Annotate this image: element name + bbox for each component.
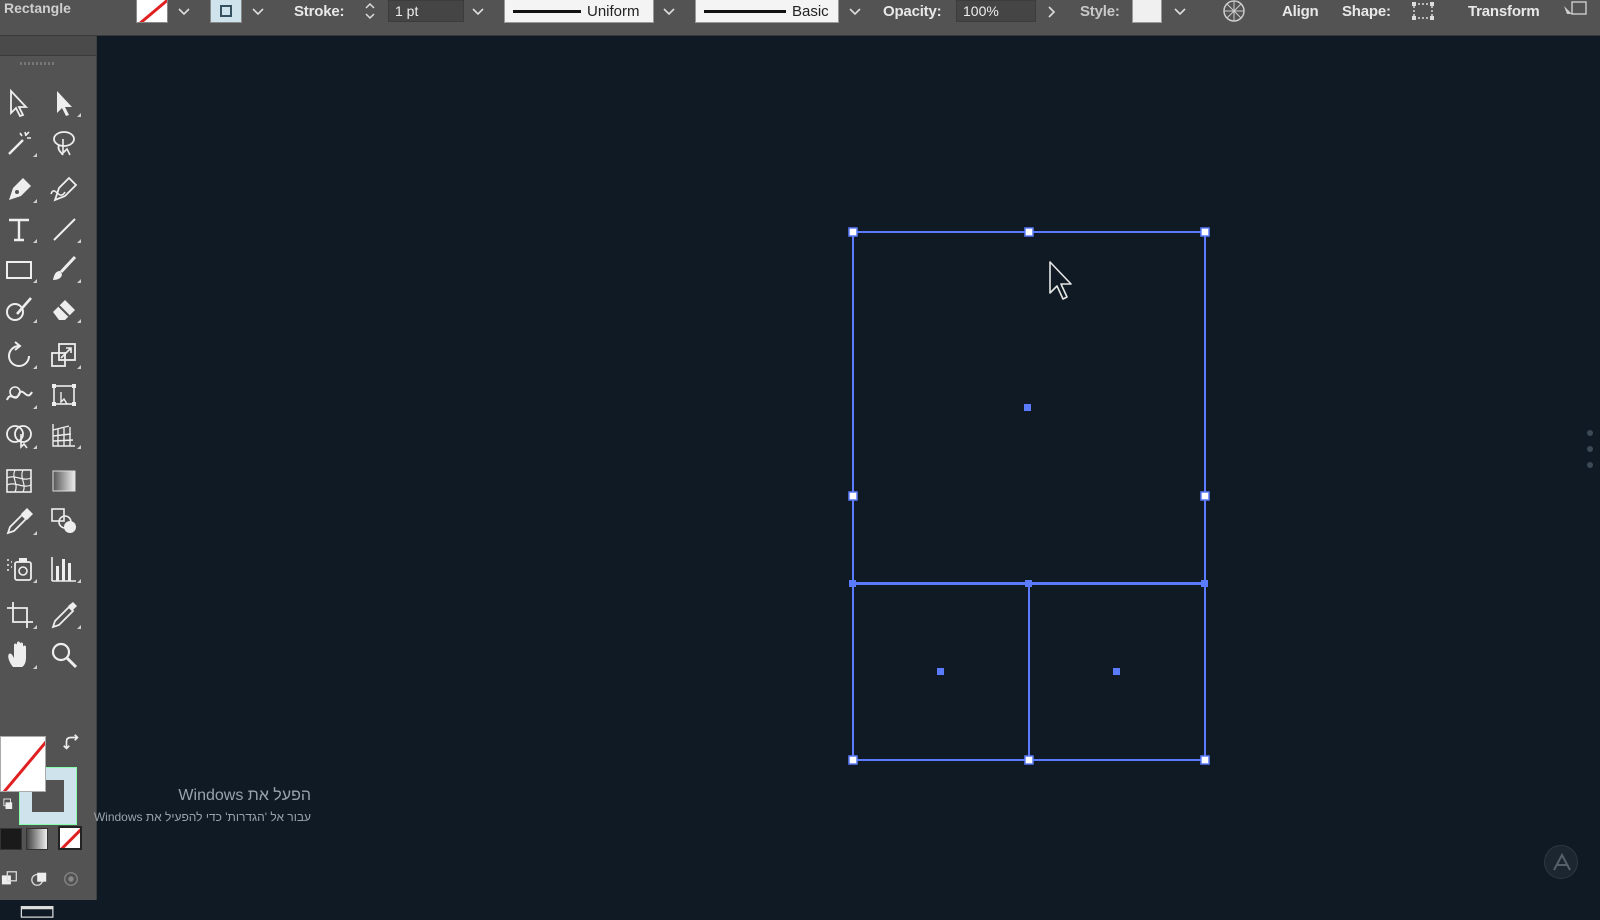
shape-bounds-icon[interactable] (1410, 0, 1436, 22)
panel-collapse-dot[interactable] (1587, 446, 1593, 452)
color-mode-button[interactable] (0, 828, 22, 850)
center-point-bottom-left (937, 668, 944, 675)
recolor-artwork-icon[interactable] (1222, 0, 1246, 22)
default-fill-stroke-icon[interactable] (0, 794, 16, 814)
free-transform-tool-icon[interactable] (44, 376, 84, 414)
stroke-weight-dropdown-icon[interactable] (466, 0, 490, 24)
center-point-bottom-right (1113, 668, 1120, 675)
handle-top-center (1024, 227, 1034, 237)
draw-normal-icon[interactable] (0, 862, 20, 896)
shape-builder-tool-icon[interactable] (0, 416, 40, 454)
variable-width-profile-select[interactable]: Uniform (504, 0, 654, 23)
handle-middle-right (1200, 491, 1210, 501)
draw-behind-icon[interactable] (24, 862, 54, 896)
slice-tool-icon[interactable] (44, 596, 84, 634)
change-screen-mode-icon[interactable] (16, 902, 60, 920)
graphic-style-swatch[interactable] (1132, 0, 1162, 23)
draw-inside-icon[interactable] (56, 862, 86, 896)
rotate-tool-icon[interactable] (0, 336, 40, 374)
fill-color-box[interactable] (0, 736, 46, 792)
handle-middle-left (848, 491, 858, 501)
zoom-tool-icon[interactable] (44, 636, 84, 674)
paintbrush-tool-icon[interactable] (44, 250, 84, 288)
artboard-tool-icon[interactable] (0, 596, 40, 634)
symbol-sprayer-tool-icon[interactable] (0, 550, 40, 588)
swap-fill-stroke-icon[interactable] (52, 728, 92, 758)
scale-tool-icon[interactable] (44, 336, 84, 374)
brush-definition-select[interactable]: Basic (695, 0, 839, 23)
handle-top-right (1200, 227, 1210, 237)
panel-grip[interactable] (20, 62, 54, 65)
line-segment-tool-icon[interactable] (44, 210, 84, 248)
canvas-area[interactable] (97, 37, 1600, 900)
current-tool-name: Rectangle (4, 0, 71, 16)
windows-activation-title: הפעל את Windows (178, 787, 311, 804)
type-tool-icon[interactable] (0, 210, 40, 248)
isolate-selected-object-icon[interactable] (1562, 0, 1588, 22)
opacity-chevron-right-icon[interactable] (1040, 0, 1064, 24)
pen-tool-icon[interactable] (0, 170, 40, 208)
profile-dropdown-icon[interactable] (657, 0, 681, 24)
handle-bottom-right (1200, 755, 1210, 765)
stroke-label: Stroke: (294, 2, 345, 20)
lasso-tool-icon[interactable] (44, 124, 84, 162)
channel-logo-icon (1544, 845, 1578, 879)
blend-tool-icon[interactable] (44, 502, 84, 540)
eraser-tool-icon[interactable] (44, 290, 84, 328)
style-label: Style: (1080, 2, 1120, 20)
stroke-weight-stepper-icon[interactable] (360, 0, 380, 22)
windows-activation-subtitle: עבור אל 'הגדרות' כדי להפעיל את Windows (93, 810, 311, 824)
handle-bottom-left (848, 755, 858, 765)
perspective-grid-tool-icon[interactable] (44, 416, 84, 454)
fill-dropdown-chevron-icon[interactable] (172, 0, 196, 24)
panel-collapse-dot[interactable] (1587, 462, 1593, 468)
align-link[interactable]: Align (1282, 3, 1319, 20)
brush-dropdown-icon[interactable] (843, 0, 867, 24)
transform-link[interactable]: Transform (1468, 3, 1540, 20)
fill-color-swatch[interactable] (136, 0, 168, 23)
handle-bottom-center (1024, 755, 1034, 765)
gradient-mode-button[interactable] (26, 828, 48, 850)
artwork-selection[interactable] (97, 37, 1600, 900)
shaper-tool-icon[interactable] (0, 290, 40, 328)
tools-panel (0, 36, 97, 918)
opacity-input[interactable]: 100% (956, 0, 1036, 22)
stroke-color-swatch[interactable] (210, 0, 242, 23)
center-point-top (1024, 404, 1031, 411)
direct-selection-tool-icon[interactable] (44, 84, 84, 122)
control-bar: Rectangle Stroke: 1 pt Uniform Basic Opa… (0, 0, 1600, 36)
rectangle-tool-icon[interactable] (0, 250, 40, 288)
opacity-label: Opacity: (883, 2, 942, 20)
style-dropdown-icon[interactable] (1168, 0, 1192, 24)
magic-wand-tool-icon[interactable] (0, 124, 40, 162)
mesh-tool-icon[interactable] (0, 462, 40, 500)
none-mode-button[interactable] (58, 826, 82, 850)
warp-tool-icon[interactable] (0, 376, 40, 414)
mouse-cursor-icon (1049, 261, 1072, 300)
curvature-tool-icon[interactable] (44, 170, 84, 208)
tools-panel-header[interactable] (0, 36, 96, 56)
hand-tool-icon[interactable] (0, 636, 40, 674)
stroke-dropdown-chevron-icon[interactable] (246, 0, 270, 24)
shape-label[interactable]: Shape: (1342, 3, 1391, 20)
eyedropper-tool-icon[interactable] (0, 502, 40, 540)
selection-tool-icon[interactable] (0, 84, 40, 122)
column-graph-tool-icon[interactable] (44, 550, 84, 588)
gradient-tool-icon[interactable] (44, 462, 84, 500)
handle-top-left (848, 227, 858, 237)
stroke-weight-input[interactable]: 1 pt (388, 0, 464, 22)
panel-collapse-dot[interactable] (1587, 430, 1593, 436)
